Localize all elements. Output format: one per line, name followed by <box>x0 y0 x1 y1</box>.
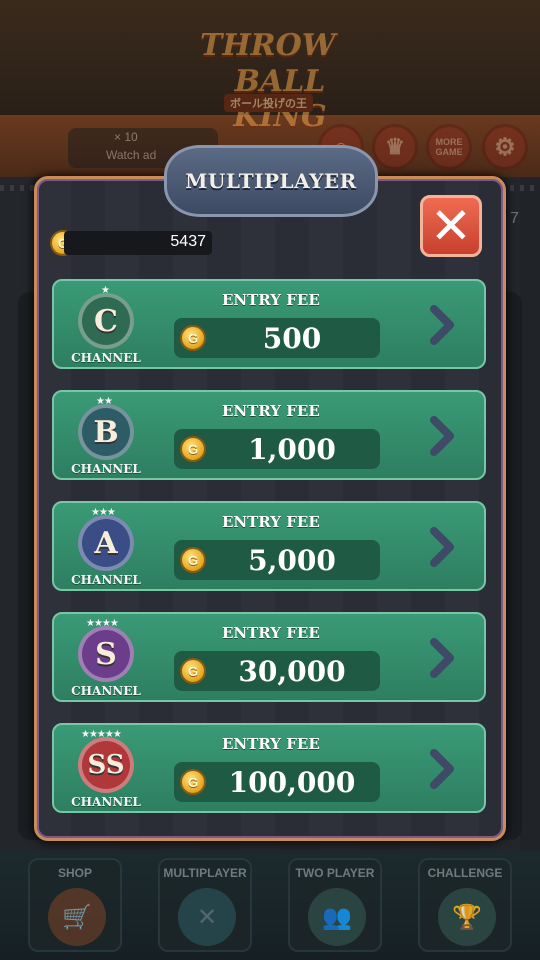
gem-right-count: 7 <box>510 210 519 227</box>
coin-icon: G <box>180 658 206 684</box>
chevron-right-icon <box>430 638 454 678</box>
entry-fee-value: 1,000 <box>248 433 336 466</box>
channel-badge: C <box>78 293 134 349</box>
chevron-right-icon <box>430 527 454 567</box>
chevron-right-icon <box>430 749 454 789</box>
entry-fee-pill: G 500 <box>174 318 380 358</box>
more-game-button: MORE GAME <box>426 124 472 170</box>
close-icon: ✕ <box>430 197 472 255</box>
channel-badge: A <box>78 515 134 571</box>
trophy-icon: 🏆 <box>438 888 496 946</box>
channel-row-c[interactable]: ★ C CHANNEL ENTRY FEE G 500 <box>52 279 486 369</box>
entry-fee-label: ENTRY FEE <box>222 402 320 420</box>
nav-label: TWO PLAYER <box>295 866 375 880</box>
gear-icon: ⚙ <box>482 124 528 170</box>
cart-icon: 🛒 <box>48 888 106 946</box>
channel-row-s[interactable]: ★★★★ S CHANNEL ENTRY FEE G 30,000 <box>52 612 486 702</box>
nav-label: SHOP <box>57 866 92 880</box>
logo-subtitle: ボール投げの王 <box>224 94 313 112</box>
channel-label: CHANNEL <box>71 795 141 809</box>
logo-line-1: THROW <box>200 28 336 63</box>
coin-balance-value: 5437 <box>170 233 206 250</box>
entry-fee-value: 100,000 <box>228 766 356 799</box>
channel-label: CHANNEL <box>71 462 141 476</box>
channel-row-b[interactable]: ★★ B CHANNEL ENTRY FEE G 1,000 <box>52 390 486 480</box>
nav-challenge: CHALLENGE 🏆 <box>418 858 512 952</box>
channel-label: CHANNEL <box>71 351 141 365</box>
entry-fee-label: ENTRY FEE <box>222 291 320 309</box>
entry-fee-value: 5,000 <box>248 544 336 577</box>
entry-fee-label: ENTRY FEE <box>222 624 320 642</box>
players-icon: 👥 <box>308 888 366 946</box>
entry-fee-label: ENTRY FEE <box>222 735 320 753</box>
entry-fee-pill: G 100,000 <box>174 762 380 802</box>
coin-balance: 5437 <box>64 231 212 255</box>
channel-badge: B <box>78 404 134 460</box>
entry-fee-pill: G 30,000 <box>174 651 380 691</box>
channel-badge: SS <box>78 737 134 793</box>
close-button[interactable]: ✕ <box>420 195 482 257</box>
channel-badge: S <box>78 626 134 682</box>
chevron-right-icon <box>430 305 454 345</box>
channel-row-ss[interactable]: ★★★★★ SS CHANNEL ENTRY FEE G 100,000 <box>52 723 486 813</box>
nav-two-player: TWO PLAYER 👥 <box>288 858 382 952</box>
coin-icon: G <box>180 325 206 351</box>
channel-label: CHANNEL <box>71 684 141 698</box>
nav-label: MULTIPLAYER <box>163 866 247 880</box>
coin-icon: G <box>180 436 206 462</box>
dialog-title: MULTIPLAYER <box>164 145 378 217</box>
crown-icon: ♛ <box>372 124 418 170</box>
entry-fee-pill: G 5,000 <box>174 540 380 580</box>
channel-label: CHANNEL <box>71 573 141 587</box>
channel-row-a[interactable]: ★★★ A CHANNEL ENTRY FEE G 5,000 <box>52 501 486 591</box>
game-logo: THROW BALL KING ボール投げの王 <box>180 20 370 134</box>
nav-shop: SHOP 🛒 <box>28 858 122 952</box>
coin-icon: G <box>180 547 206 573</box>
watch-ad-label: Watch ad <box>106 148 157 162</box>
gem-count: × 10 <box>114 130 138 144</box>
entry-fee-label: ENTRY FEE <box>222 513 320 531</box>
entry-fee-value: 30,000 <box>238 655 346 688</box>
nav-multiplayer: MULTIPLAYER ✕ <box>158 858 252 952</box>
crossed-icon: ✕ <box>178 888 236 946</box>
entry-fee-pill: G 1,000 <box>174 429 380 469</box>
chevron-right-icon <box>430 416 454 456</box>
entry-fee-value: 500 <box>262 322 322 355</box>
coin-icon: G <box>180 769 206 795</box>
nav-label: CHALLENGE <box>427 866 503 880</box>
